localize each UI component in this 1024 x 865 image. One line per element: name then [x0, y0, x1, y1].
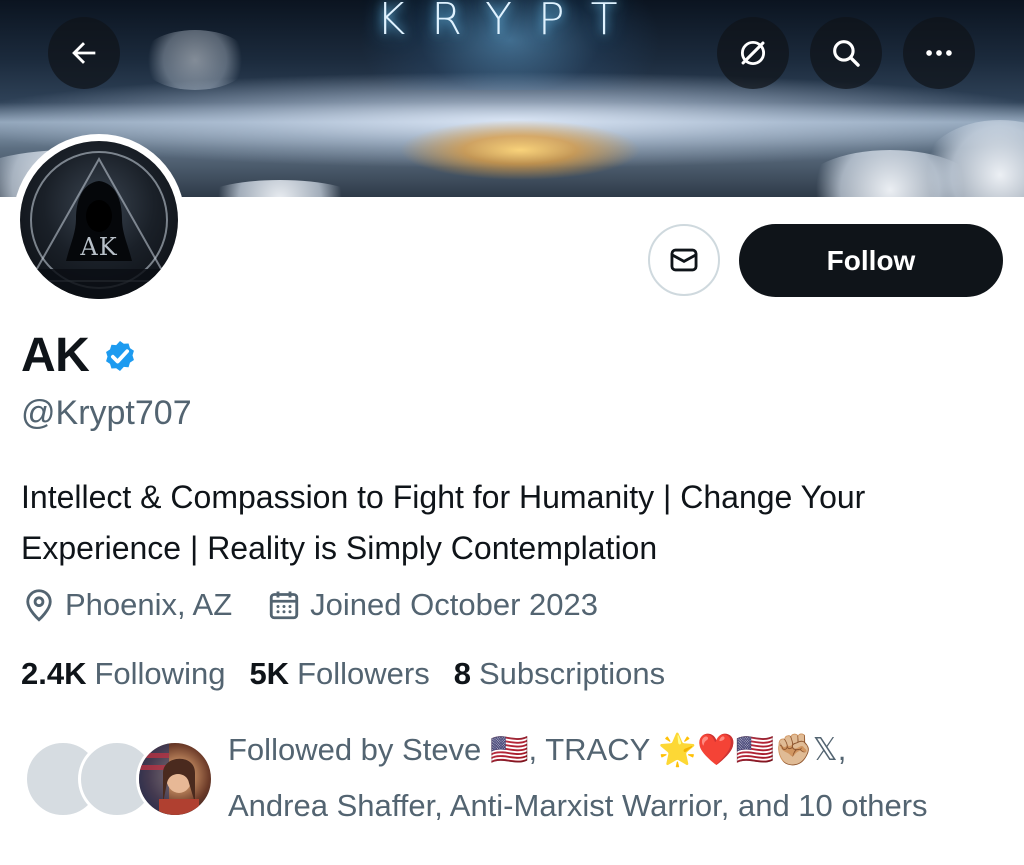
profile-stats: 2.4K Following 5K Followers 8 Subscriptions [21, 656, 665, 692]
verified-badge-icon[interactable] [101, 337, 139, 375]
followed-by-rest: Andrea Shaffer, Anti-Marxist Warrior, an… [228, 788, 928, 823]
banner-cloud [920, 120, 1024, 197]
following-link[interactable]: 2.4K Following [21, 656, 225, 692]
grok-button[interactable] [717, 17, 789, 89]
calendar-icon [269, 591, 299, 620]
banner-title: KRYPT [376, 0, 644, 45]
follow-button[interactable]: Follow [739, 224, 1003, 297]
subscriptions-link[interactable]: 8 Subscriptions [454, 656, 665, 692]
profile-bio: Intellect & Compassion to Fight for Huma… [21, 479, 866, 566]
followed-by-text[interactable]: Followed by Steve 🇺🇸, TRACY 🌟❤️🇺🇸✊🏼𝕏, And… [228, 722, 1018, 834]
back-button[interactable] [48, 17, 120, 89]
location-pin-icon [26, 589, 52, 622]
following-label: Following [94, 656, 226, 691]
followed-by-avatars[interactable] [24, 740, 214, 820]
message-button[interactable] [648, 224, 720, 296]
follower-name: TRACY [545, 732, 650, 767]
location-item: Phoenix, AZ [21, 587, 232, 623]
hooded-figure-icon [20, 156, 178, 299]
profile-avatar[interactable]: AK [13, 134, 185, 306]
banner-cloud [200, 180, 360, 197]
display-name: AK [21, 329, 90, 382]
followers-count: 5K [249, 656, 290, 691]
joined-text: Joined October 2023 [310, 587, 598, 622]
more-horizontal-icon [926, 50, 952, 56]
follower-emoji: 🌟❤️🇺🇸✊🏼𝕏 [658, 732, 838, 767]
subscriptions-label: Subscriptions [478, 656, 666, 691]
arrow-left-icon [72, 42, 96, 64]
more-button[interactable] [903, 17, 975, 89]
profile-meta: Phoenix, AZ Joined October 2023 [21, 587, 598, 623]
search-button[interactable] [810, 17, 882, 89]
profile-name-row: AK [21, 328, 139, 383]
followers-label: Followers [297, 656, 430, 691]
subscriptions-count: 8 [453, 656, 471, 691]
following-count: 2.4K [21, 656, 87, 691]
profile-handle: @Krypt707 [21, 394, 192, 432]
search-icon [833, 40, 860, 67]
grok-icon [740, 40, 766, 66]
joined-item: Joined October 2023 [266, 587, 598, 623]
envelope-icon [670, 248, 698, 272]
follower-name: Steve [402, 732, 482, 767]
avatar-text: AK [80, 233, 118, 261]
avatar-image: AK [20, 141, 178, 299]
followers-link[interactable]: 5K Followers [249, 656, 429, 692]
follower-emoji: 🇺🇸 [489, 732, 529, 767]
followed-by-prefix: Followed by [228, 732, 403, 767]
location-text: Phoenix, AZ [65, 587, 233, 622]
follower-avatar-image [139, 743, 199, 815]
follower-avatar [136, 740, 214, 818]
banner-cloud [140, 30, 250, 90]
